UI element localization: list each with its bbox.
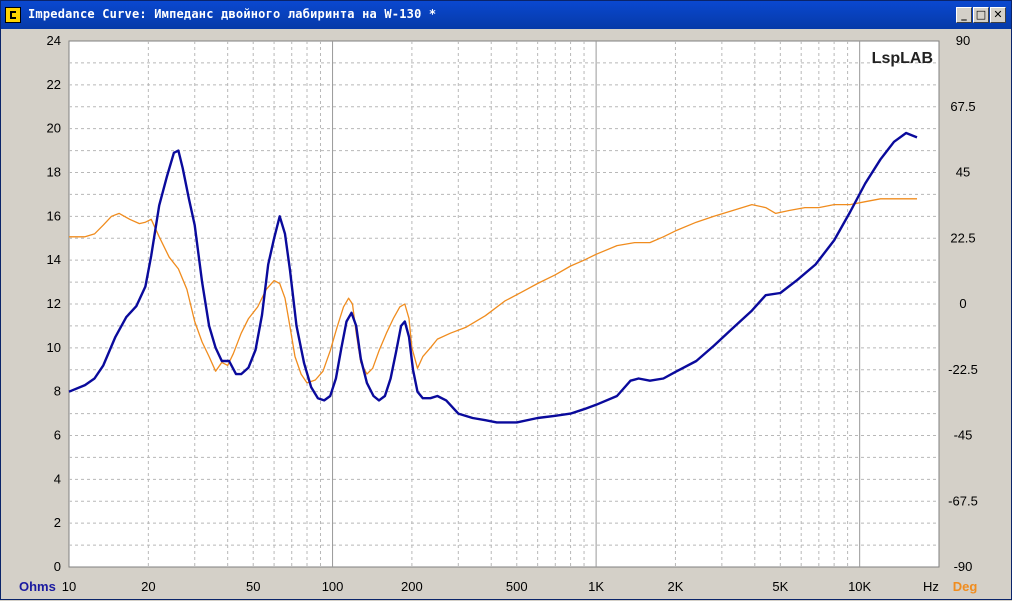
y-tick-label: 6 bbox=[54, 428, 61, 443]
minimize-button[interactable]: _ bbox=[956, 7, 972, 23]
y-tick-label: 18 bbox=[47, 165, 61, 180]
x-tick-label: 500 bbox=[506, 579, 528, 594]
y2-tick-label: -22.5 bbox=[948, 362, 978, 377]
impedance-chart[interactable]: 024681012141618202224-90-67.5-45-22.5022… bbox=[7, 29, 1007, 597]
impedance-window: Impedance Curve: Импеданс двойного лабир… bbox=[0, 0, 1012, 600]
y-tick-label: 20 bbox=[47, 121, 61, 136]
y2-tick-label: 22.5 bbox=[950, 230, 975, 245]
x-tick-label: 100 bbox=[322, 579, 344, 594]
y-tick-label: 24 bbox=[47, 33, 61, 48]
y-tick-label: 12 bbox=[47, 296, 61, 311]
x-tick-label: 5K bbox=[772, 579, 788, 594]
y2-tick-label: -90 bbox=[954, 559, 973, 574]
x-tick-label: 20 bbox=[141, 579, 155, 594]
x-tick-label: 1K bbox=[588, 579, 604, 594]
y-tick-label: 0 bbox=[54, 559, 61, 574]
y-tick-label: 22 bbox=[47, 77, 61, 92]
app-icon[interactable] bbox=[5, 7, 21, 23]
y-tick-label: 16 bbox=[47, 208, 61, 223]
x-tick-label: 200 bbox=[401, 579, 423, 594]
y-tick-label: 10 bbox=[47, 340, 61, 355]
x-tick-label: 10 bbox=[62, 579, 76, 594]
y-tick-label: 2 bbox=[54, 515, 61, 530]
y2-tick-label: -67.5 bbox=[948, 493, 978, 508]
x-axis-label: Hz bbox=[923, 579, 939, 594]
watermark-logo: LspLAB bbox=[872, 50, 933, 67]
close-button[interactable]: ✕ bbox=[990, 7, 1006, 23]
y2-tick-label: 45 bbox=[956, 165, 970, 180]
y2-tick-label: 90 bbox=[956, 33, 970, 48]
x-tick-label: 2K bbox=[667, 579, 683, 594]
y2-tick-label: 0 bbox=[959, 296, 966, 311]
y2-tick-label: -45 bbox=[954, 428, 973, 443]
x-tick-label: 10K bbox=[848, 579, 871, 594]
y2-tick-label: 67.5 bbox=[950, 99, 975, 114]
window-title: Impedance Curve: Импеданс двойного лабир… bbox=[28, 7, 437, 21]
y-tick-label: 8 bbox=[54, 384, 61, 399]
y-axis-label: Ohms bbox=[19, 579, 56, 594]
y-tick-label: 14 bbox=[47, 252, 61, 267]
plot-frame: 0 2 4 6 8 10 12 14 16 18 20 22 24 -90 -67.5 -45 -22.5 0 22… bbox=[7, 29, 1007, 597]
x-tick-label: 50 bbox=[246, 579, 260, 594]
title-bar[interactable]: Impedance Curve: Импеданс двойного лабир… bbox=[1, 1, 1011, 29]
y2-axis-label: Deg bbox=[953, 579, 978, 594]
y-tick-label: 4 bbox=[54, 471, 61, 486]
maximize-button[interactable]: □ bbox=[973, 7, 989, 23]
